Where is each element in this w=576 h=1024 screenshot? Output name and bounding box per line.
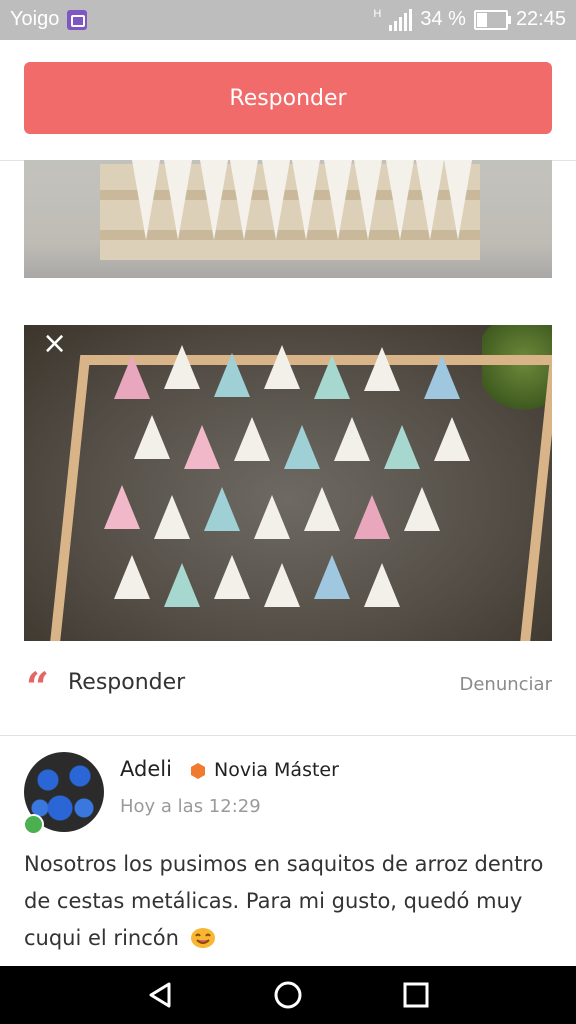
paper-cone (364, 347, 400, 391)
paper-cone (230, 160, 258, 240)
paper-cone (444, 160, 472, 240)
paper-cone (264, 563, 300, 607)
post-actions: “ Responder Denunciar (0, 658, 576, 714)
paper-cone (354, 160, 382, 240)
paper-cone (386, 160, 414, 240)
paper-cone (324, 160, 352, 240)
comment-text: Nosotros los pusimos en saquitos de arro… (24, 846, 554, 957)
paper-cone (164, 345, 200, 389)
online-status-indicator (23, 814, 44, 835)
paper-cone (114, 555, 150, 599)
paper-cone (334, 417, 370, 461)
paper-cone (434, 417, 470, 461)
paper-cone (364, 563, 400, 607)
comment-body: Nosotros los pusimos en saquitos de arro… (24, 852, 544, 950)
battery-percent: 34 % (420, 8, 466, 30)
paper-cone (234, 417, 270, 461)
paper-cone (214, 555, 250, 599)
paper-cone (314, 555, 350, 599)
smiling-face-emoji-icon (190, 923, 216, 948)
paper-cone (404, 487, 440, 531)
status-left: Yoigo (10, 8, 88, 31)
paper-cone (254, 495, 290, 539)
paper-cone (354, 495, 390, 539)
paper-cone (214, 353, 250, 397)
paper-cone (284, 425, 320, 469)
quote-icon[interactable]: “ (26, 668, 49, 708)
paper-cone (132, 160, 160, 240)
status-bar: Yoigo H 34 % 22:45 (0, 0, 576, 40)
paper-cone (314, 355, 350, 399)
paper-cone (264, 345, 300, 389)
back-icon[interactable] (140, 978, 180, 1012)
paper-cone (292, 160, 320, 240)
home-icon[interactable] (268, 978, 308, 1012)
paper-cone (134, 415, 170, 459)
status-right: H 34 % 22:45 (373, 8, 566, 31)
paper-cone (416, 160, 444, 240)
paper-cone (114, 355, 150, 399)
reply-link[interactable]: Responder (68, 670, 185, 695)
reply-header: Responder (0, 40, 576, 161)
hexagon-badge-icon (190, 763, 206, 779)
report-link[interactable]: Denunciar (460, 674, 553, 695)
divider (0, 735, 576, 736)
paper-cone (104, 485, 140, 529)
paper-cone (424, 355, 460, 399)
paper-cone (304, 487, 340, 531)
gallery-notification-icon (67, 9, 88, 30)
paper-cone (204, 487, 240, 531)
paper-cone (200, 160, 228, 240)
signal-icon (389, 8, 413, 31)
paper-cone (154, 495, 190, 539)
paper-cones-in-wire-basket-photo[interactable]: × (24, 325, 552, 641)
reply-button[interactable]: Responder (24, 62, 552, 134)
paper-cone (184, 425, 220, 469)
network-type-label: H (373, 8, 382, 20)
user-rank-badge: Novia Máster (214, 759, 339, 781)
paper-cone (384, 425, 420, 469)
recents-icon[interactable] (396, 978, 436, 1012)
paper-cone (164, 160, 192, 240)
carrier-label: Yoigo (10, 8, 60, 30)
comment-timestamp: Hoy a las 12:29 (120, 796, 261, 817)
paper-cones-on-wooden-stand-photo[interactable] (24, 160, 552, 278)
clock: 22:45 (515, 8, 566, 30)
paper-cone (262, 160, 290, 240)
navigation-bar (0, 966, 576, 1024)
battery-icon (473, 9, 511, 30)
paper-cone (164, 563, 200, 607)
close-icon[interactable]: × (42, 329, 67, 359)
author-name[interactable]: Adeli (120, 757, 172, 781)
